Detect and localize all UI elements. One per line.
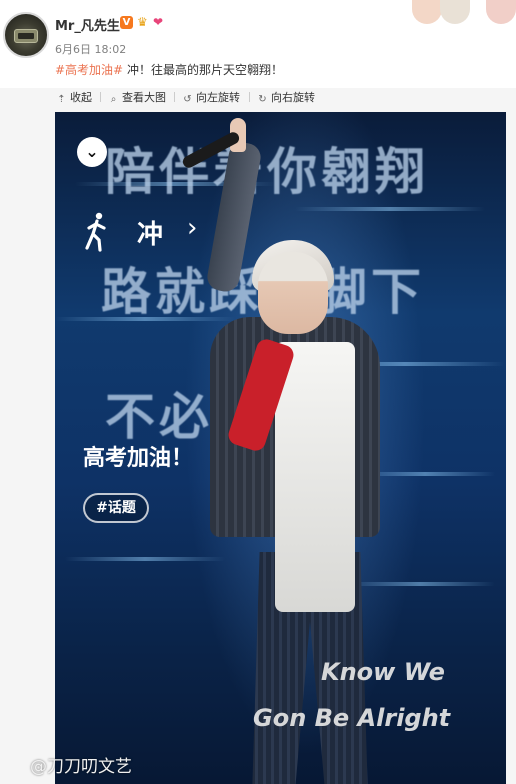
corner-decoration-banner [410,0,516,28]
post-header: Mr_凡先生 V ♛ ❤ 6月6日 18:02 #高考加油# 冲！往最高的那片天… [0,0,516,88]
rotate-left-button[interactable]: ↺ 向左旋转 [182,89,240,105]
view-large-button[interactable]: ⌕ 查看大图 [108,89,166,105]
cheer-text: 高考加油！ [83,446,194,471]
post-body-text: 冲！往最高的那片天空翱翔！ [123,63,283,77]
username[interactable]: Mr_凡先生 [55,15,120,34]
rotate-right-button[interactable]: ↻ 向右旋转 [257,89,315,105]
post-timestamp[interactable]: 6月6日 18:02 [55,41,126,57]
poster-image[interactable]: 陪伴着你翱翔 路就踩在脚下 不必 害怕 ⌄ 冲 › 高考加油！ #话题 K [55,112,506,784]
run-label: 冲 [137,220,164,250]
avatar[interactable] [3,12,49,58]
performer-shirt [275,342,355,612]
magnifier-icon: ⌕ [110,94,117,105]
chevron-right-icon: › [187,213,198,243]
arrow-up-icon: ⇡ [57,94,66,105]
performer-face [258,252,328,334]
rotate-right-icon: ↻ [258,94,267,105]
hashtag-link[interactable]: #高考加油# [55,63,123,77]
rotate-left-label: 向左旋转 [196,91,240,104]
post-text: #高考加油# 冲！往最高的那片天空翱翔！ [55,61,283,78]
slogan-line-1: Know We [321,658,445,686]
running-person-icon [85,212,106,252]
collapse-button[interactable]: ⇡ 收起 [56,89,92,105]
watermark: @刀刀叨文艺 [30,757,132,777]
topic-chip[interactable]: #话题 [83,493,149,523]
rotate-left-icon: ↺ [183,94,192,105]
crown-badge-icon[interactable]: ♛ [137,15,148,29]
image-viewer: 陪伴着你翱翔 路就踩在脚下 不必 害怕 ⌄ 冲 › 高考加油！ #话题 K [0,106,516,784]
toolbar-divider [174,92,175,102]
image-toolbar: ⇡ 收起 ⌕ 查看大图 ↺ 向左旋转 ↻ 向右旋转 [0,88,516,106]
view-large-label: 查看大图 [122,91,166,104]
toolbar-divider [249,92,250,102]
rotate-right-label: 向右旋转 [271,91,315,104]
verified-badge-icon[interactable]: V [120,16,133,29]
slogan-line-2: Gon Be Alright [253,704,451,732]
chevron-down-icon[interactable]: ⌄ [77,137,107,167]
heart-badge-icon[interactable]: ❤ [153,15,163,29]
toolbar-divider [100,92,101,102]
collapse-label: 收起 [70,91,92,104]
